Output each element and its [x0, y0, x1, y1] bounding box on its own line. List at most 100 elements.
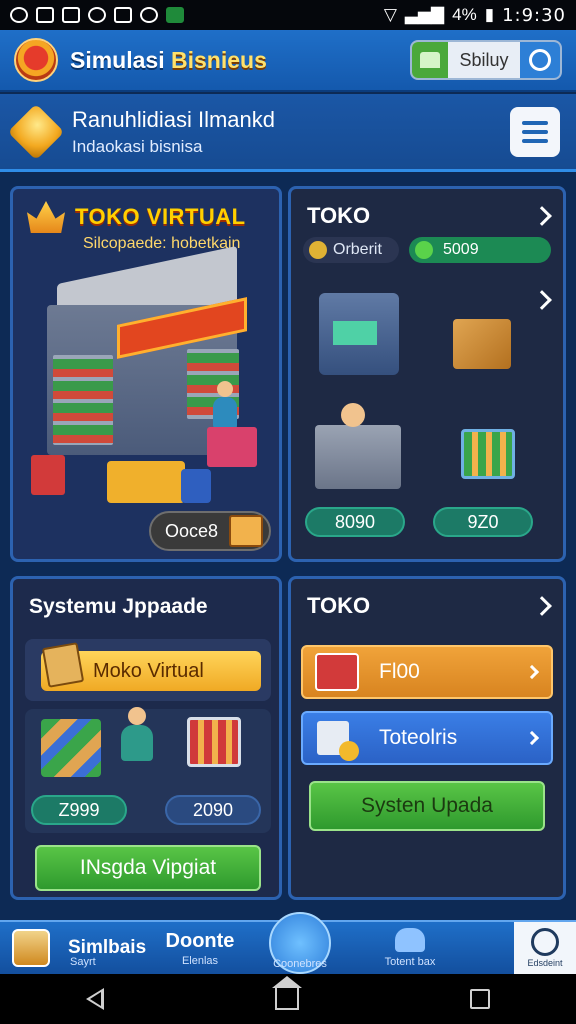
clock-icon[interactable] — [520, 42, 560, 78]
recent-apps-icon[interactable] — [470, 989, 491, 1009]
toko-orange-label: Fl00 — [379, 660, 420, 683]
upgrade-action-button[interactable]: INsgda Vipgiat — [35, 845, 261, 891]
virtual-store-panel[interactable]: TOKO VIRTUAL Silcopaede: hobetkain Ooce8 — [10, 186, 282, 562]
gift-box-icon — [41, 642, 85, 688]
worker-desk-icon[interactable] — [315, 403, 401, 489]
subheader-subtitle: Indaokasi bisnisa — [72, 136, 203, 156]
ticket-coin-icon — [317, 721, 359, 761]
notification-icon — [36, 7, 54, 23]
store-building-illustration — [31, 245, 265, 535]
store-price-tag[interactable]: Ooce8 — [149, 511, 271, 551]
shopping-cart-icon — [187, 717, 241, 767]
status-notification-icons — [10, 7, 184, 23]
box-icon — [229, 515, 263, 547]
menu-line-icon — [522, 120, 548, 125]
shop-tag-row: Orberit 5009 — [303, 237, 551, 263]
nav-item-team-sublabel: Totent bax — [384, 956, 436, 968]
counter-illustration — [207, 427, 257, 467]
info-icon — [531, 928, 559, 956]
chevron-right-icon[interactable] — [532, 596, 552, 616]
chevron-right-icon[interactable] — [532, 290, 552, 310]
notification-icon — [62, 7, 80, 23]
bottom-navigation: Simlbais Sayrt Doonte Elenlas Coonebres … — [0, 912, 576, 974]
nav-item-center[interactable]: Coonebres — [250, 912, 350, 974]
nav-item-center-sublabel: Coonebres — [273, 958, 327, 970]
red-cart-illustration — [31, 455, 65, 495]
toko-panel-title: TOKO — [307, 593, 371, 618]
battery-level: 4% — [452, 5, 477, 24]
nav-item-info-sublabel: Edsdeint — [527, 958, 563, 968]
subheader-text: Ranuhlidiasi Ilmankd Indaokasi bisnisa — [72, 107, 275, 157]
shop-value-left: 8090 — [305, 507, 405, 537]
store-banner-title: TOKO VIRTUAL — [75, 204, 246, 229]
nav-item-donate[interactable]: Doonte Elenlas — [150, 922, 250, 974]
toko-blue-button[interactable]: Toteolris — [301, 711, 553, 765]
upgrade-value-right: 2090 — [165, 795, 261, 825]
app-screen: ▽ ▃▅▇ 4% ▮ 1:9:30 Simulasi Bisnieus Sbil… — [0, 0, 576, 1024]
status-bar: ▽ ▃▅▇ 4% ▮ 1:9:30 — [0, 0, 576, 30]
notification-icon — [114, 7, 132, 23]
store-icon — [412, 42, 448, 78]
shop-tag-value[interactable]: 5009 — [409, 237, 551, 263]
header-status-pill[interactable]: Sbiluy — [410, 40, 562, 80]
cashier-illustration — [213, 381, 237, 429]
status-system-icons: ▽ ▃▅▇ 4% ▮ 1:9:30 — [384, 5, 566, 26]
toko-orange-button[interactable]: Fl00 — [301, 645, 553, 699]
system-update-button[interactable]: Systen Upada — [309, 781, 545, 831]
app-header: Simulasi Bisnieus Sbiluy — [0, 30, 576, 92]
shop-value-right: 9Z0 — [433, 507, 533, 537]
chevron-right-icon[interactable] — [532, 206, 552, 226]
header-pill-text: Sbiluy — [459, 49, 509, 70]
shop-tag-orbit[interactable]: Orberit — [303, 237, 399, 263]
shop-tag-orbit-label: Orberit — [333, 241, 382, 258]
signal-icon: ▃▅▇ — [404, 5, 445, 24]
virtual-store-row[interactable]: Moko Virtual — [25, 639, 271, 701]
menu-line-icon — [522, 129, 548, 134]
nav-item-simulasi-sublabel: Sayrt — [70, 956, 96, 968]
app-notification-icon — [166, 7, 184, 23]
subheader-title: Ranuhlidiasi Ilmankd — [72, 106, 275, 132]
upgrade-value-left: Z999 — [31, 795, 127, 825]
app-logo-icon — [14, 38, 58, 82]
stacked-boxes-icon — [41, 719, 101, 777]
battery-icon: ▮ — [484, 5, 495, 24]
store-banner: TOKO VIRTUAL — [27, 201, 246, 233]
app-title-part2: Bisnieus — [171, 46, 267, 73]
notification-icon — [10, 7, 28, 23]
cardboard-box-icon[interactable] — [453, 319, 511, 369]
wifi-icon: ▽ — [383, 5, 397, 24]
toko-blue-label: Toteolris — [379, 726, 458, 749]
nav-item-donate-label: Doonte — [165, 929, 235, 952]
machine-icon[interactable] — [319, 293, 399, 375]
subheader: Ranuhlidiasi Ilmankd Indaokasi bisnisa — [0, 94, 576, 172]
toko-panel: TOKO Fl00 Toteolris Systen Upada — [288, 576, 566, 900]
simulation-icon — [12, 929, 50, 967]
back-icon[interactable] — [85, 988, 104, 1010]
shelf-illustration — [53, 355, 113, 445]
nav-item-team[interactable]: Totent bax — [350, 922, 470, 974]
gold-coin-icon — [7, 103, 65, 160]
team-icon — [395, 928, 425, 952]
upgrade-items-card: Z999 2090 — [25, 707, 271, 833]
shop-panel-title: TOKO — [307, 203, 371, 228]
shopping-cart-icon[interactable] — [461, 429, 515, 479]
delivery-truck-icon — [315, 653, 359, 691]
nav-item-donate-sublabel: Elenlas — [181, 954, 219, 967]
chevron-right-icon — [524, 664, 540, 680]
check-icon — [415, 241, 433, 259]
store-price-value: Ooce8 — [165, 520, 219, 541]
home-icon[interactable] — [271, 976, 302, 1010]
chevron-right-icon — [524, 730, 540, 746]
check-icon — [309, 241, 327, 259]
shop-panel[interactable]: TOKO Orberit 5009 8090 9Z0 — [288, 186, 566, 562]
nav-item-simulasi[interactable]: Simlbais Sayrt — [0, 922, 150, 974]
app-title: Simulasi Bisnieus — [70, 47, 267, 74]
system-upgrade-panel: Systemu Jppaade Moko Virtual Z999 2090 I… — [10, 576, 282, 900]
upgrade-panel-title: Systemu Jppaade — [29, 595, 208, 618]
nav-item-info[interactable]: Edsdeint — [514, 922, 576, 974]
menu-line-icon — [522, 138, 548, 143]
menu-list-button[interactable] — [510, 106, 560, 157]
alarm-icon — [140, 7, 158, 23]
crown-icon — [27, 201, 65, 233]
system-navigation-bar — [0, 974, 576, 1024]
